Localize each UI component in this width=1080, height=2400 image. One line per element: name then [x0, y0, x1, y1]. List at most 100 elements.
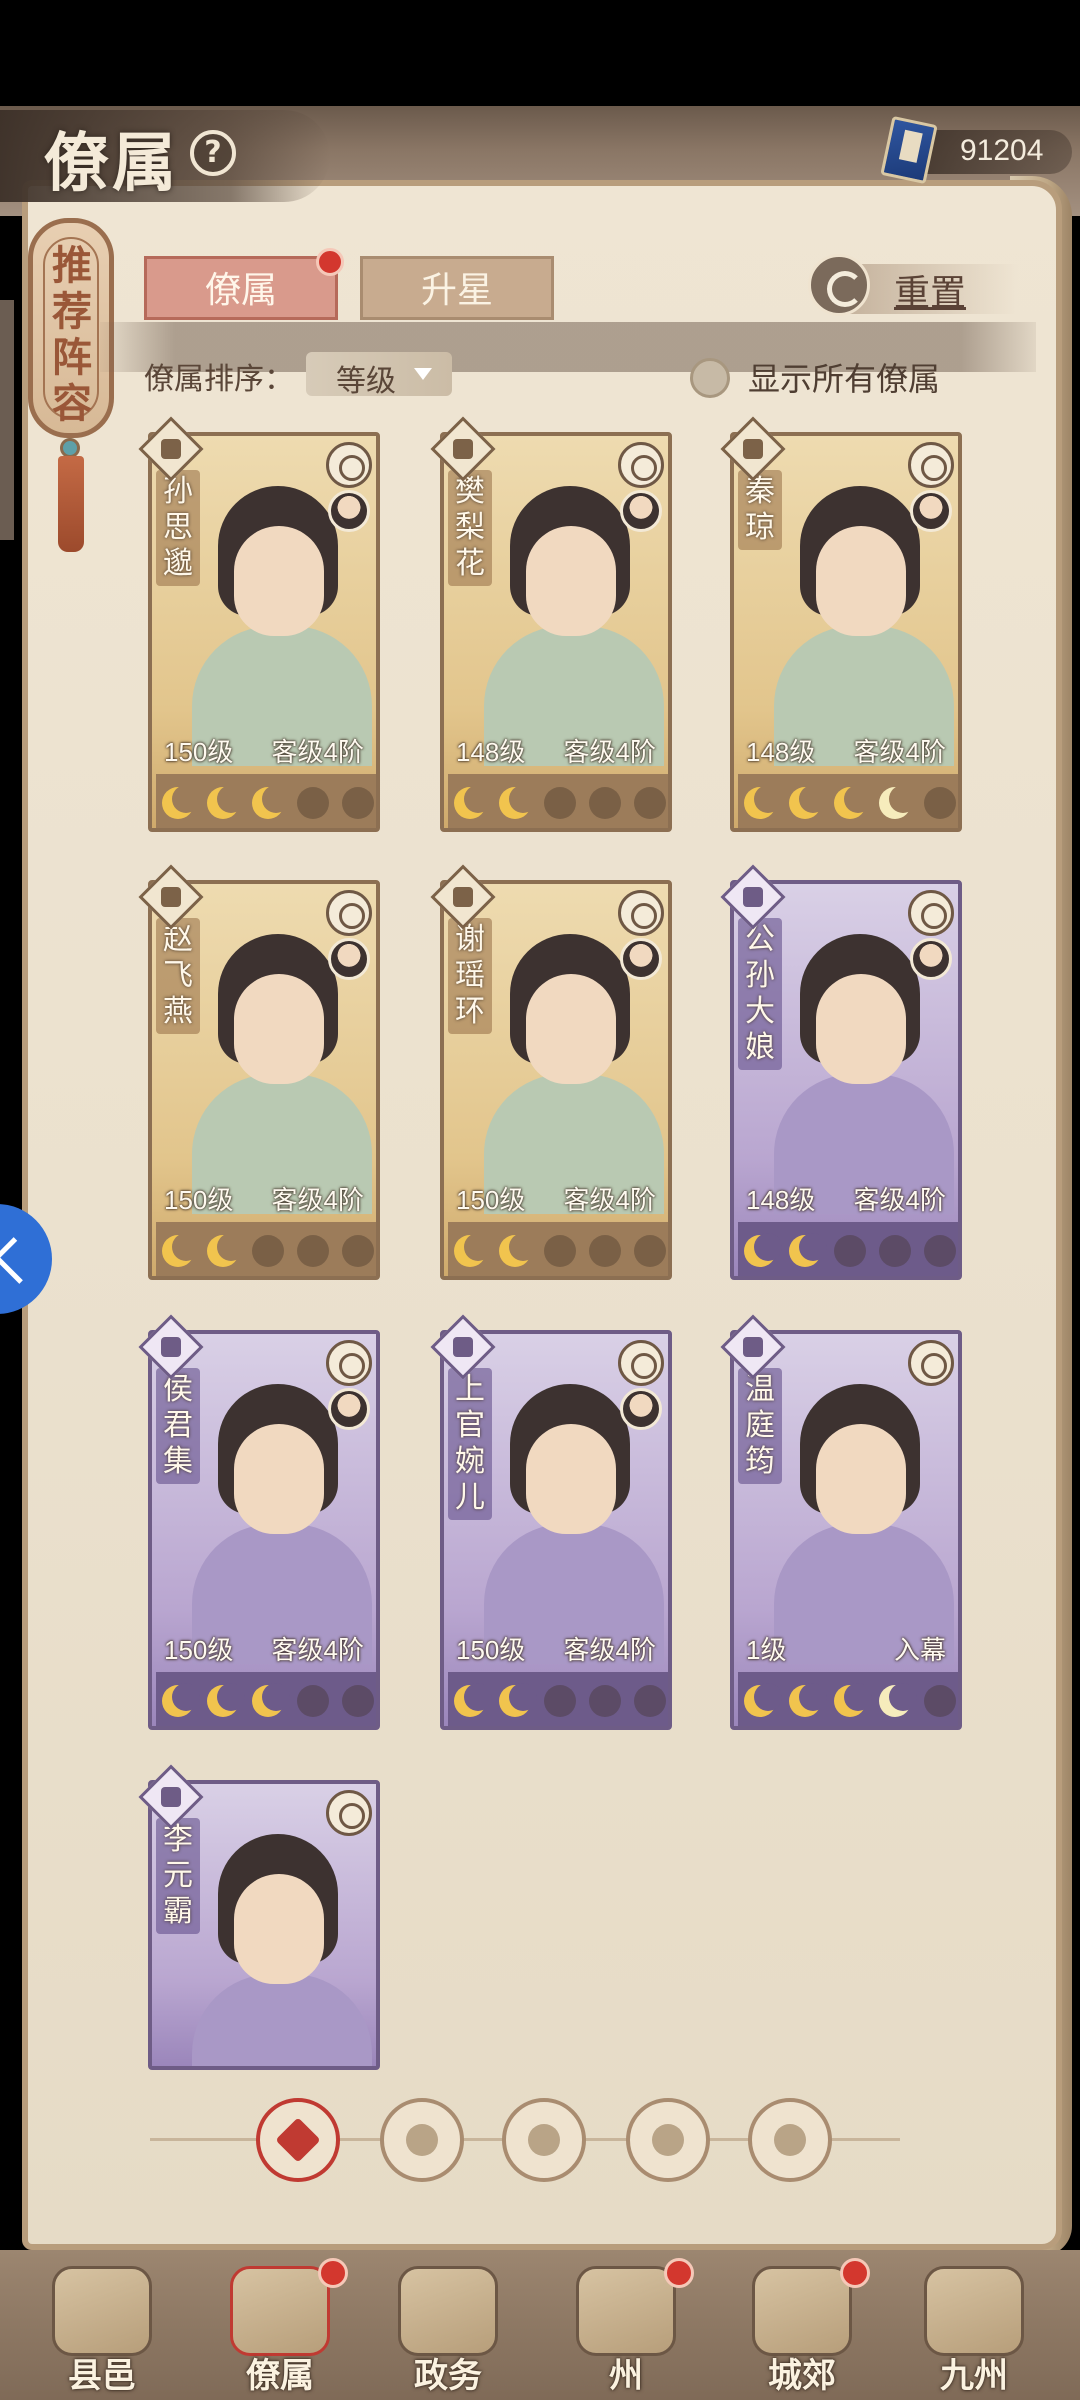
moon-star-icon — [833, 785, 872, 819]
subordinate-card[interactable]: 侯君集 150级 客级4阶 — [138, 1314, 380, 1730]
show-all-radio[interactable] — [690, 358, 730, 398]
skill-icon — [908, 442, 954, 488]
sort-value: 等级 — [336, 364, 396, 399]
nav-label: 州 — [609, 2356, 643, 2396]
moon-star-icon — [251, 1235, 284, 1267]
nav-label: 城郊 — [768, 2356, 836, 2396]
skill-icon — [618, 890, 664, 936]
question-icon: ? — [204, 135, 222, 170]
level-text: 150级 — [164, 1185, 234, 1215]
notification-dot — [664, 2258, 694, 2288]
level-text: 150级 — [164, 1635, 234, 1665]
character-name: 侯君集 — [163, 1372, 193, 1479]
moon-star-icon — [878, 1235, 911, 1267]
subordinate-card[interactable]: 温庭筠 1级 入幕 — [720, 1314, 962, 1730]
moon-star-icon — [878, 785, 917, 819]
rank-text: 客级4阶 — [853, 1185, 946, 1215]
beast-filter-icon[interactable] — [748, 2098, 832, 2182]
star-row — [156, 1222, 376, 1276]
moon-star-icon — [454, 785, 493, 819]
character-name: 温庭筠 — [745, 1372, 775, 1479]
notification-dot — [840, 2258, 870, 2288]
portrait-face — [234, 1874, 324, 1984]
all-filter-icon[interactable] — [256, 2098, 340, 2182]
show-all-label[interactable]: 显示所有僚属 — [748, 354, 940, 400]
rank-text: 客级4阶 — [853, 737, 946, 767]
tab-subordinates[interactable]: 僚属 — [144, 256, 338, 320]
tab-star-up[interactable]: 升星 — [360, 256, 554, 320]
bell-filter-icon[interactable] — [380, 2098, 464, 2182]
character-name: 孙思邈 — [163, 474, 193, 581]
reset-button[interactable]: 重置 — [808, 254, 1018, 324]
tab-notification-dot — [316, 248, 344, 276]
character-name: 公孙大娘 — [745, 922, 775, 1065]
subordinate-card[interactable]: 孙思邈 150级 客级4阶 — [138, 416, 380, 832]
character-name: 樊梨花 — [455, 474, 485, 581]
subordinate-card[interactable]: 李元霸 — [138, 1764, 380, 2070]
moon-star-icon — [633, 787, 666, 819]
nav-county[interactable]: 县邑 — [22, 2258, 182, 2398]
rank-text: 客级4阶 — [271, 737, 364, 767]
nav-subordinates[interactable]: 僚属 — [200, 2258, 360, 2398]
subordinate-card[interactable]: 公孙大娘 148级 客级4阶 — [720, 864, 962, 1280]
moon-star-icon — [923, 1235, 956, 1267]
skill-icon — [908, 890, 954, 936]
currency-value: 91204 — [960, 134, 1044, 167]
help-button[interactable]: ? — [190, 130, 236, 176]
moon-star-icon — [789, 1683, 828, 1717]
subordinate-card[interactable]: 赵飞燕 150级 客级4阶 — [138, 864, 380, 1280]
building-icon — [924, 2266, 1024, 2356]
nav-suburbs[interactable]: 城郊 — [722, 2258, 882, 2398]
left-edge-strip — [0, 300, 14, 540]
sort-label: 僚属排序： — [144, 362, 294, 397]
subordinate-card[interactable]: 上官婉儿 150级 客级4阶 — [430, 1314, 672, 1730]
star-row — [156, 1672, 376, 1726]
name-plate: 温庭筠 — [738, 1368, 782, 1484]
moon-star-icon — [251, 1683, 290, 1717]
subordinate-card[interactable]: 秦琼 148级 客级4阶 — [720, 416, 962, 832]
partner-avatar — [620, 490, 662, 532]
name-plate: 公孙大娘 — [738, 918, 782, 1070]
notification-dot — [318, 2258, 348, 2288]
moon-star-icon — [207, 1233, 246, 1267]
moon-star-icon — [588, 1685, 621, 1717]
building-icon — [576, 2266, 676, 2356]
moon-star-icon — [543, 1685, 576, 1717]
character-name: 上官婉儿 — [455, 1372, 485, 1515]
moon-star-icon — [833, 1683, 872, 1717]
skill-icon — [618, 1340, 664, 1386]
sort-dropdown[interactable]: 等级 — [306, 352, 452, 399]
rank-text: 入幕 — [893, 1635, 946, 1665]
moon-star-icon — [296, 787, 329, 819]
moon-star-icon — [744, 1233, 783, 1267]
star-row — [448, 1672, 668, 1726]
level-text: 148级 — [456, 737, 526, 767]
currency-display[interactable]: 91204 — [880, 115, 1072, 185]
moon-star-icon — [499, 785, 538, 819]
nav-nine-provinces[interactable]: 九州 — [894, 2258, 1054, 2398]
subordinate-card[interactable]: 樊梨花 148级 客级4阶 — [430, 416, 672, 832]
level-text: 150级 — [456, 1635, 526, 1665]
star-row — [738, 1222, 958, 1276]
star-row — [448, 774, 668, 828]
name-plate: 樊梨花 — [448, 470, 492, 586]
reset-icon — [808, 254, 870, 316]
nav-affairs[interactable]: 政务 — [368, 2258, 528, 2398]
skill-icon — [326, 442, 372, 488]
level-text: 148级 — [746, 737, 816, 767]
moon-star-icon — [833, 1235, 866, 1267]
cat-filter-icon[interactable] — [502, 2098, 586, 2182]
moon-star-icon — [207, 785, 246, 819]
portrait-face — [816, 1424, 906, 1534]
name-plate: 赵飞燕 — [156, 918, 200, 1034]
building-icon — [752, 2266, 852, 2356]
skill-icon — [326, 890, 372, 936]
nav-prefecture[interactable]: 州 — [546, 2258, 706, 2398]
star-row — [448, 1222, 668, 1276]
character-name: 赵飞燕 — [163, 922, 193, 1029]
fan-filter-icon[interactable] — [626, 2098, 710, 2182]
nav-label: 九州 — [940, 2356, 1008, 2396]
moon-star-icon — [923, 1685, 956, 1717]
subordinate-card[interactable]: 谢瑶环 150级 客级4阶 — [430, 864, 672, 1280]
moon-star-icon — [789, 785, 828, 819]
